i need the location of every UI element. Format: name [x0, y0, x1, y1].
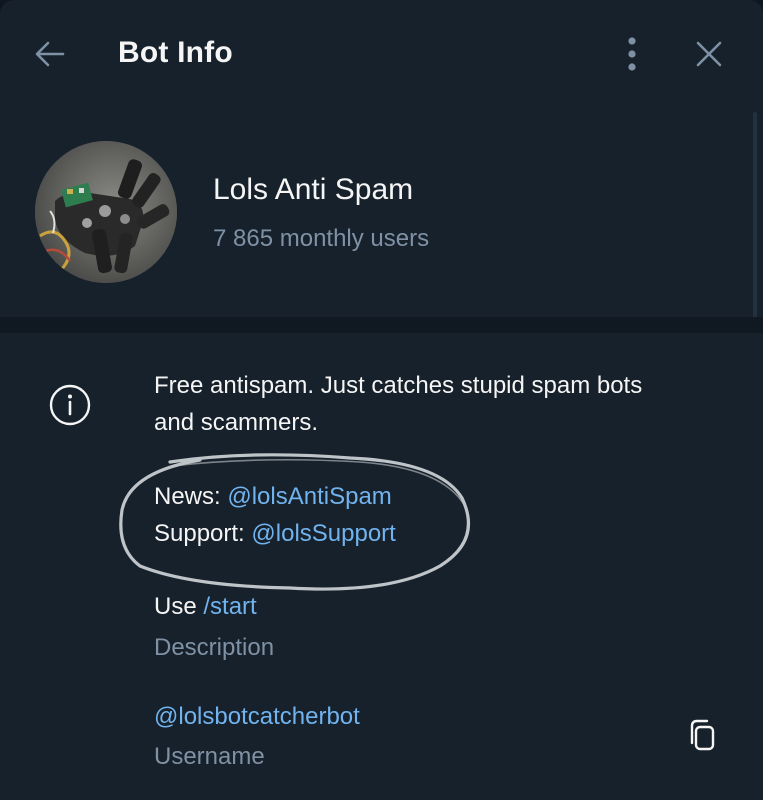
bot-avatar[interactable] — [35, 141, 177, 283]
start-command-link[interactable]: /start — [203, 593, 256, 620]
bot-info-panel: Bot Info Lols Anti Spam 7 865 monthly us… — [0, 0, 763, 800]
scrollbar[interactable] — [753, 112, 757, 322]
header: Bot Info — [0, 0, 763, 110]
close-button[interactable] — [689, 34, 729, 74]
info-icon — [48, 383, 92, 427]
page-title: Bot Info — [118, 36, 233, 69]
support-row: Support: @lolsSupport — [154, 520, 396, 548]
copy-icon — [690, 719, 715, 751]
news-label: News: — [154, 483, 228, 510]
use-label: Use — [154, 593, 204, 620]
support-label: Support: — [154, 520, 252, 547]
robot-hand-image — [35, 141, 177, 283]
username-caption: Username — [154, 743, 265, 770]
description-caption: Description — [154, 634, 275, 661]
close-icon — [696, 41, 722, 67]
more-options-button[interactable] — [612, 34, 652, 74]
support-link[interactable]: @lolsSupport — [251, 520, 395, 547]
username-link[interactable]: @lolsbotcatcherbot — [154, 703, 360, 731]
use-row: Use /start — [154, 593, 257, 621]
back-button[interactable] — [30, 34, 70, 74]
arrow-left-icon — [35, 41, 65, 67]
more-vertical-icon — [628, 37, 636, 71]
section-divider — [0, 317, 763, 333]
news-link[interactable]: @lolsAntiSpam — [227, 483, 391, 510]
bot-name: Lols Anti Spam — [213, 173, 414, 206]
description-line-1: Free antispam. Just catches stupid spam … — [154, 372, 643, 399]
copy-button[interactable] — [682, 715, 722, 755]
monthly-users: 7 865 monthly users — [213, 225, 430, 252]
description-line-2: and scammers. — [154, 409, 319, 436]
news-row: News: @lolsAntiSpam — [154, 483, 392, 511]
